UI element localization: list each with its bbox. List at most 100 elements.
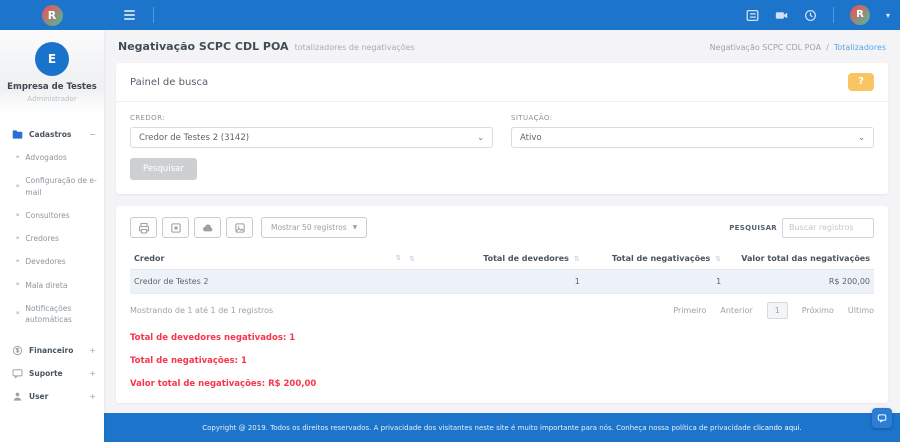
sidebar: E Empresa de Testes Administrador Cadast…	[0, 30, 104, 442]
sidebar-item-cadastros[interactable]: Cadastros −	[0, 123, 104, 146]
sidebar-item-label: Notificações automáticas	[25, 303, 72, 324]
app-logo: R	[0, 4, 104, 26]
sidebar-item-notificacoes-automaticas[interactable]: ▪ Notificações automáticas	[0, 297, 104, 332]
pagination-next[interactable]: Próximo	[802, 306, 834, 315]
sidebar-item-credores[interactable]: ▪ Credores	[0, 227, 104, 250]
table-info: Mostrando de 1 até 1 de 1 registros	[130, 306, 274, 315]
bullet-icon: ▪	[16, 258, 20, 265]
company-name: Empresa de Testes	[7, 82, 97, 92]
results-table: Credor ⇅ ⇅ Total de devedores ⇅ Total de n…	[130, 248, 874, 294]
column-label: Total de negativações	[611, 254, 711, 263]
page-header: Negativação SCPC CDL POA totalizadores d…	[104, 30, 900, 59]
cell-valor: R$ 200,00	[725, 269, 874, 294]
sidebar-item-financeiro[interactable]: Financeiro +	[0, 339, 104, 362]
sort-icon: ⇅	[715, 255, 722, 263]
column-label: Total de devedores	[483, 254, 569, 263]
cell-credor: Credor de Testes 2	[130, 269, 406, 294]
expand-icon: +	[89, 346, 96, 356]
cell-devedores: 1	[442, 269, 584, 294]
person-icon	[13, 392, 22, 401]
clock-icon[interactable]	[804, 9, 817, 22]
footer-text: Copyright @ 2019. Todos os direitos rese…	[202, 424, 802, 432]
pagination-prev[interactable]: Anterior	[720, 306, 752, 315]
camera-icon[interactable]	[775, 9, 788, 22]
sidebar-item-label: Financeiro	[29, 346, 74, 356]
print-button[interactable]	[130, 217, 157, 238]
pdf-icon	[234, 222, 245, 233]
sidebar-item-label: Suporte	[29, 369, 63, 379]
bullet-icon: ▪	[16, 153, 20, 160]
pagination: Primeiro Anterior 1 Próximo Último	[673, 302, 874, 319]
sidebar-item-label: Mala direta	[25, 280, 68, 290]
bullet-icon: ▪	[16, 281, 20, 288]
privacy-link[interactable]: clicando aqui.	[753, 424, 802, 432]
sidebar-item-configuracao-email[interactable]: ▪ Configuração de e-mail	[0, 169, 104, 204]
export-cloud-button[interactable]	[194, 217, 221, 238]
cloud-icon	[202, 224, 212, 231]
company-role: Administrador	[27, 95, 77, 103]
sidebar-item-suporte[interactable]: Suporte +	[0, 362, 104, 385]
table-search-label: PESQUISAR	[729, 223, 777, 232]
sidebar-item-consultores[interactable]: ▪ Consultores	[0, 204, 104, 227]
totals-summary: Total de devedores negativados: 1 Total …	[130, 333, 874, 389]
bullet-icon: ▪	[16, 211, 20, 218]
sort-icon: ⇅	[395, 254, 402, 262]
chat-bubble-icon	[877, 414, 887, 423]
checklist-icon[interactable]	[746, 9, 759, 22]
export-pdf-button[interactable]	[226, 217, 253, 238]
user-avatar[interactable]: R	[849, 5, 870, 25]
pagination-first[interactable]: Primeiro	[673, 306, 706, 315]
hamburger-icon[interactable]	[120, 6, 139, 24]
sidebar-item-mala-direta[interactable]: ▪ Mala direta	[0, 274, 104, 297]
results-panel: Mostrar 50 registros ▼ PESQUISAR Credor ⇅…	[116, 206, 888, 403]
topbar-divider	[153, 7, 154, 23]
credor-select[interactable]: Credor de Testes 2 (3142) ⌄	[130, 127, 493, 148]
sidebar-item-label: Configuração de e-mail	[25, 176, 97, 197]
bullet-icon: ▪	[16, 182, 20, 189]
situacao-select-value: Ativo	[520, 132, 542, 143]
chat-icon	[12, 369, 23, 379]
column-header-credor[interactable]: Credor ⇅	[130, 248, 406, 270]
sidebar-menu: Cadastros − ▪ Advogados ▪ Configuração de …	[0, 113, 104, 408]
cell-spacer	[405, 269, 443, 294]
pagination-page-1[interactable]: 1	[766, 302, 788, 319]
column-header-total-devedores[interactable]: Total de devedores ⇅	[442, 248, 584, 270]
collapse-icon: −	[89, 130, 96, 139]
column-header-total-negativacoes[interactable]: Total de negativações ⇅	[583, 248, 726, 270]
main-content: Negativação SCPC CDL POA totalizadores d…	[104, 30, 900, 413]
table-search-input[interactable]	[782, 217, 874, 238]
page-length-label: Mostrar 50 registros	[271, 223, 347, 232]
search-panel: Painel de busca ? CREDOR: Credor de Test…	[116, 63, 888, 194]
sidebar-item-devedores[interactable]: ▪ Devedores	[0, 250, 104, 273]
company-avatar: E	[35, 42, 69, 76]
breadcrumb: Negativação SCPC CDL POA / Totalizadores	[710, 43, 886, 52]
page-subtitle: totalizadores de negativações	[294, 43, 415, 52]
cell-negativacoes: 1	[583, 269, 726, 294]
topbar-divider	[832, 7, 834, 23]
copyright-text: Copyright @ 2019. Todos os direitos rese…	[202, 423, 754, 432]
pesquisar-button[interactable]: Pesquisar	[130, 158, 197, 180]
column-label: Credor	[134, 254, 165, 263]
column-header-spacer[interactable]: ⇅	[405, 248, 443, 270]
total-negativacoes-text: Total de negativações: 1	[130, 356, 247, 366]
sidebar-item-advogados[interactable]: ▪ Advogados	[0, 146, 104, 169]
sidebar-item-label: Cadastros	[29, 130, 72, 139]
chevron-down-icon[interactable]: ▾	[886, 11, 890, 20]
page-length-select[interactable]: Mostrar 50 registros ▼	[261, 217, 368, 238]
credor-select-value: Credor de Testes 2 (3142)	[139, 132, 250, 143]
column-header-valor-total[interactable]: Valor total das negativações	[725, 248, 874, 270]
breadcrumb-current[interactable]: Totalizadores	[834, 43, 886, 52]
sidebar-item-user[interactable]: User +	[0, 385, 104, 408]
footer: Copyright @ 2019. Todos os direitos rese…	[104, 413, 900, 442]
chat-widget-button[interactable]	[872, 408, 892, 428]
breadcrumb-separator: /	[826, 43, 829, 52]
pagination-last[interactable]: Último	[848, 306, 874, 315]
expand-icon: +	[89, 369, 96, 379]
situacao-select[interactable]: Ativo ⌄	[511, 127, 874, 148]
sort-icon: ⇅	[573, 255, 580, 263]
sidebar-item-label: Credores	[25, 234, 59, 243]
expand-icon: +	[89, 392, 96, 402]
table-row: Credor de Testes 2 1 1 R$ 200,00	[130, 269, 874, 294]
help-button[interactable]: ?	[848, 73, 874, 91]
copy-button[interactable]	[162, 217, 189, 238]
